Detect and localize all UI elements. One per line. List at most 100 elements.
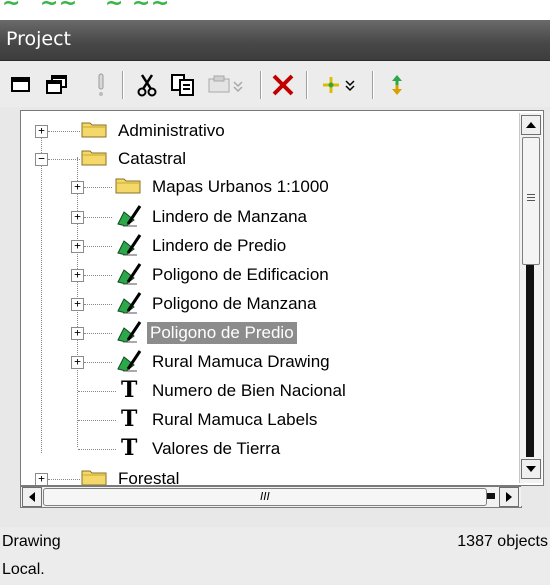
arrow-up-icon (526, 122, 536, 128)
paste-icon (208, 75, 243, 93)
tree-connector (48, 479, 80, 480)
tree-item-poligono-de-edificacion[interactable]: + Poligono de Edificacion (21, 261, 521, 289)
tree-item-label: Lindero de Predio (152, 236, 287, 255)
expand-icon[interactable]: + (35, 473, 48, 485)
toolbar-separator (306, 71, 308, 99)
arrow-right-icon (506, 492, 512, 502)
tree-item-lindero-de-manzana[interactable]: + Lindero de Manzana (21, 203, 521, 231)
horizontal-scroll-thumb[interactable]: III (43, 488, 487, 506)
tree-item-label: Rural Mamuca Drawing (152, 352, 330, 371)
tree-item-label: Rural Mamuca Labels (152, 410, 318, 429)
scroll-up-button[interactable] (521, 115, 541, 135)
add-component-icon (323, 77, 355, 93)
scroll-left-button[interactable] (22, 487, 42, 507)
properties-icon (98, 73, 104, 96)
drawing-icon (117, 263, 142, 285)
scroll-track[interactable] (487, 493, 495, 499)
tree-item-label: Administrativo (118, 121, 225, 140)
scroll-down-button[interactable] (521, 459, 541, 479)
scroll-right-button[interactable] (499, 487, 519, 507)
tree-item-lindero-de-predio[interactable]: + Lindero de Predio (21, 232, 521, 260)
collapse-icon[interactable]: − (35, 153, 48, 166)
refresh-icon (392, 75, 402, 95)
tree-item-valores-de-tierra[interactable]: T Valores de Tierra (21, 435, 521, 463)
vertical-scroll-thumb[interactable] (522, 137, 540, 265)
tree-connector (78, 420, 116, 421)
tree-item-label: Catastral (118, 149, 187, 168)
toolbar-separator (260, 71, 262, 99)
tree-item-mapas-urbanos[interactable]: + Mapas Urbanos 1:1000 (21, 173, 521, 201)
top-banner-fragment: ~^~~ ^~ ~~ ^ (0, 0, 550, 20)
delete-icon (272, 74, 294, 96)
window-restore-icon (11, 77, 30, 92)
vertical-scrollbar[interactable] (519, 113, 542, 483)
folder-icon (81, 122, 107, 138)
expand-icon[interactable]: + (71, 240, 84, 253)
tree-item-label: Lindero de Manzana (152, 207, 308, 226)
tree-item-label: Poligono de Edificacion (152, 265, 329, 284)
tree-connector (78, 391, 116, 392)
expand-icon[interactable]: + (71, 181, 84, 194)
tree-item-rural-mamuca-labels[interactable]: T Rural Mamuca Labels (21, 406, 521, 434)
expand-icon[interactable]: + (35, 125, 48, 138)
project-toolbar (0, 61, 550, 107)
tree-item-label: Numero de Bien Nacional (152, 381, 346, 400)
copy-icon (171, 74, 194, 96)
cascade-windows-button[interactable] (42, 70, 72, 100)
tree-connector (84, 187, 112, 188)
tree-item-label-selected: Poligono de Predio (147, 322, 297, 344)
tree-connector (84, 217, 112, 218)
status-component-type: Drawing (2, 533, 61, 550)
folder-icon (81, 470, 107, 485)
project-tree[interactable]: + Administrativo − Catastral + Mapas Urb… (20, 110, 544, 486)
tree-connector (48, 131, 80, 132)
tree-item-poligono-de-predio[interactable]: + Poligono de Predio (21, 319, 521, 347)
folder-open-icon (81, 150, 107, 166)
expand-icon[interactable]: + (71, 356, 84, 369)
tree-item-label: Valores de Tierra (152, 439, 281, 458)
labels-icon: T (121, 377, 138, 403)
cut-icon (137, 74, 157, 97)
grip-icon: III (260, 490, 270, 503)
status-location: Local. (2, 561, 45, 578)
properties-button[interactable] (86, 70, 116, 100)
tree-item-numero-de-bien-nacional[interactable]: T Numero de Bien Nacional (21, 377, 521, 405)
expand-icon[interactable]: + (71, 327, 84, 340)
add-component-button[interactable] (318, 70, 362, 100)
tree-item-rural-mamuca-drawing[interactable]: + Rural Mamuca Drawing (21, 348, 521, 376)
scroll-track[interactable] (526, 265, 534, 457)
project-titlebar: Project (0, 20, 550, 61)
tree-connector (84, 246, 112, 247)
tree-item-label: Poligono de Manzana (152, 294, 317, 313)
expand-icon[interactable]: + (71, 211, 84, 224)
folder-icon (115, 178, 141, 194)
status-object-count: 1387 objects (457, 533, 548, 550)
tree-item-label: Forestal (118, 469, 180, 486)
drawing-icon (117, 205, 142, 227)
tree-item-forestal[interactable]: + Forestal (21, 465, 521, 486)
horizontal-scrollbar[interactable]: III (20, 486, 522, 508)
tree-connector (84, 362, 112, 363)
tree-item-administrativo[interactable]: + Administrativo (21, 117, 521, 145)
window-title: Project (6, 28, 72, 50)
refresh-button[interactable] (382, 70, 412, 100)
tree-connector (78, 449, 116, 450)
window-restore-button[interactable] (6, 70, 36, 100)
cut-button[interactable] (132, 70, 162, 100)
copy-button[interactable] (168, 70, 198, 100)
tree-connector (84, 304, 112, 305)
grip-icon (527, 194, 535, 195)
labels-icon: T (121, 435, 138, 461)
expand-icon[interactable]: + (71, 269, 84, 282)
delete-button[interactable] (268, 70, 298, 100)
labels-icon: T (121, 406, 138, 432)
tree-connector (84, 275, 112, 276)
tree-connector (48, 159, 80, 160)
tree-item-catastral[interactable]: − Catastral (21, 145, 521, 173)
cascade-windows-icon (46, 75, 67, 94)
tree-item-poligono-de-manzana[interactable]: + Poligono de Manzana (21, 290, 521, 318)
expand-icon[interactable]: + (71, 298, 84, 311)
paste-button[interactable] (206, 70, 250, 100)
toolbar-separator (122, 71, 124, 99)
status-bar: Drawing 1387 objects Local. (0, 527, 550, 585)
